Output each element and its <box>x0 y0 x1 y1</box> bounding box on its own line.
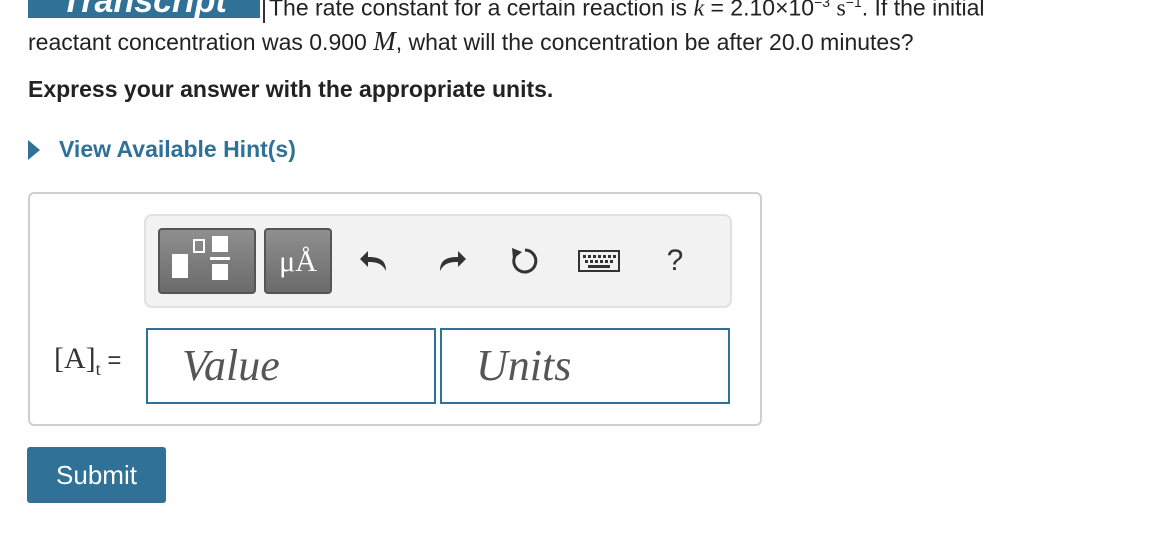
equals-sign: = <box>100 347 122 374</box>
rate-constant-symbol: k <box>693 0 705 22</box>
templates-icon <box>172 236 230 280</box>
question-text-suffix: . If the initial <box>861 0 985 21</box>
question-text: The rate constant for a certain reaction… <box>269 0 688 21</box>
rate-constant-value: = 2.10×10 <box>704 0 815 21</box>
question-text: reactant concentration was 0.900 <box>28 29 367 55</box>
unit-exponent: −1 <box>845 0 862 10</box>
question-line-1: The rate constant for a certain reaction… <box>263 0 985 23</box>
math-toolbar: μÅ ? <box>144 214 732 308</box>
hint-label: View Available Hint(s) <box>59 136 296 162</box>
help-icon[interactable]: ? <box>648 234 702 288</box>
transcript-tab[interactable]: Transcript <box>28 0 260 18</box>
undo-icon[interactable] <box>348 234 402 288</box>
answer-label-main: [A] <box>54 342 96 375</box>
value-input[interactable]: Value <box>146 328 436 404</box>
redo-icon[interactable] <box>424 234 478 288</box>
answer-box: μÅ ? [A]t = Value Units <box>28 192 762 426</box>
keyboard-icon[interactable] <box>572 234 626 288</box>
reset-icon[interactable] <box>498 234 552 288</box>
question-text-suffix: , what will the concentration be after 2… <box>395 29 914 55</box>
units-button[interactable]: μÅ <box>264 228 332 294</box>
view-hints-link[interactable]: View Available Hint(s) <box>28 136 296 163</box>
expand-arrow-icon <box>28 139 40 160</box>
rate-constant-exponent: −3 <box>814 0 831 10</box>
templates-button[interactable] <box>158 228 256 294</box>
question-line-2: reactant concentration was 0.900 M, what… <box>28 26 914 57</box>
units-input[interactable]: Units <box>440 328 730 404</box>
molar-symbol: M <box>373 26 396 56</box>
submit-button[interactable]: Submit <box>27 447 166 503</box>
rate-constant-unit: s <box>836 0 846 22</box>
answer-label: [A]t = <box>54 342 121 380</box>
instruction-text: Express your answer with the appropriate… <box>28 76 554 102</box>
